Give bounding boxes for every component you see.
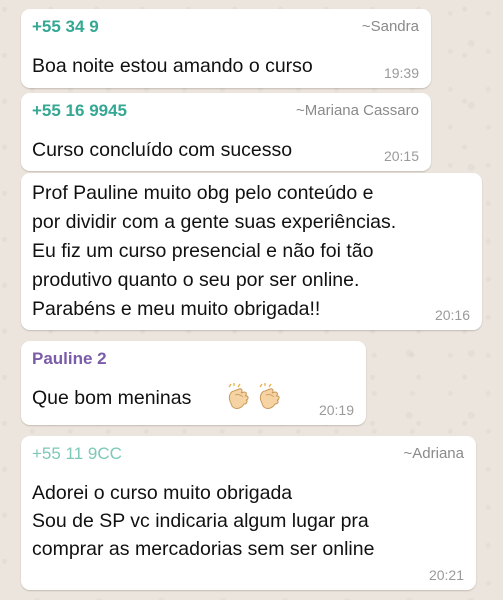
message-bubble[interactable]: Prof Pauline muito obg pelo conteúdo e p… <box>21 173 482 330</box>
sender-phone[interactable]: +55 11 9CC <box>32 444 122 464</box>
message-text-line: comprar as mercadorias sem ser online <box>32 538 375 560</box>
message-text-line: Sou de SP vc indicaria algum lugar pra <box>32 510 369 532</box>
sender-name[interactable]: Pauline 2 <box>32 349 107 369</box>
sender-pushname: ~Sandra <box>361 18 419 35</box>
message-text-line: produtivo quanto o seu por ser online. <box>32 269 360 291</box>
message-text-line: por dividir com a gente suas experiência… <box>32 211 397 233</box>
clapping-hands-icon <box>225 383 254 411</box>
sender-phone[interactable]: +55 34 9 <box>32 17 99 37</box>
message-time: 19:39 <box>383 65 419 81</box>
message-time: 20:16 <box>434 307 470 323</box>
message-bubble[interactable]: Pauline 2 Que bom meninas 20:19 <box>21 341 366 425</box>
sender-pushname: ~Adriana <box>403 445 464 462</box>
message-text-line: Adorei o curso muito obrigada <box>32 482 293 504</box>
clapping-hands-icon <box>256 383 285 411</box>
message-bubble[interactable]: +55 11 9CC ~Adriana Adorei o curso muito… <box>21 436 476 590</box>
message-bubble[interactable]: +55 16 9945 ~Mariana Cassaro Curso concl… <box>21 93 431 171</box>
sender-pushname: ~Mariana Cassaro <box>296 102 419 119</box>
message-text-line: Parabéns e meu muito obrigada!! <box>32 298 321 320</box>
message-text: Que bom meninas <box>32 387 192 409</box>
message-bubble[interactable]: +55 34 9 ~Sandra Boa noite estou amando … <box>21 9 431 88</box>
message-text: Curso concluído com sucesso <box>32 139 293 161</box>
message-text-line: Eu fiz um curso presencial e não foi tão <box>32 240 374 262</box>
message-time: 20:15 <box>383 148 419 164</box>
message-time: 20:21 <box>428 567 464 583</box>
message-text: Boa noite estou amando o curso <box>32 55 313 77</box>
message-time: 20:19 <box>318 402 354 418</box>
sender-phone[interactable]: +55 16 9945 <box>32 101 127 121</box>
message-text-line: Prof Pauline muito obg pelo conteúdo e <box>32 182 374 204</box>
